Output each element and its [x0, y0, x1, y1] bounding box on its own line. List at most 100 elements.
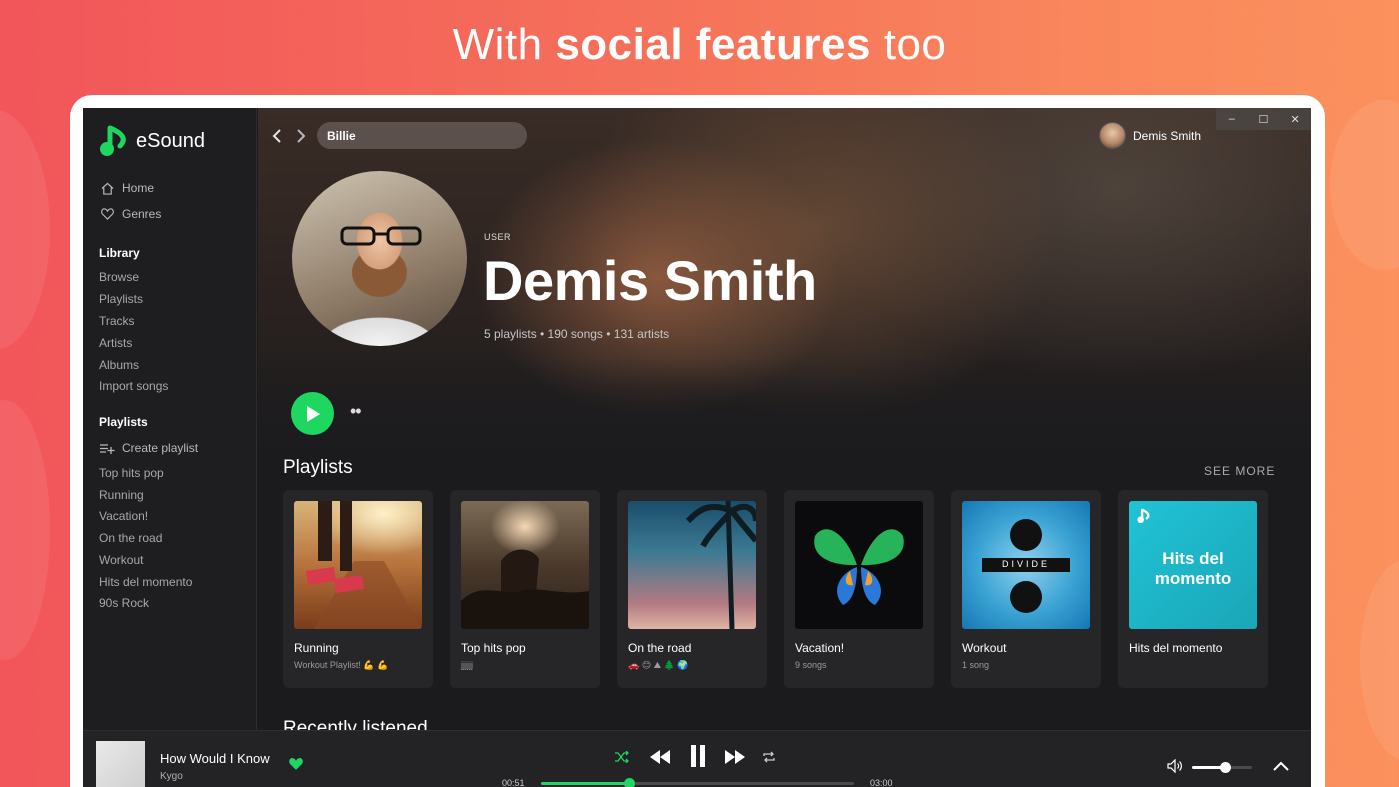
play-button[interactable]	[291, 392, 334, 435]
sidebar-playlist-item[interactable]: On the road	[99, 531, 162, 545]
sidebar-playlist-item[interactable]: Top hits pop	[99, 466, 164, 480]
like-heart-icon[interactable]	[288, 757, 304, 776]
search-input[interactable]	[317, 122, 527, 149]
sidebar-playlist-item[interactable]: Hits del momento	[99, 575, 192, 589]
app-name: eSound	[136, 129, 205, 152]
player-bar: How Would I Know Kygo 00:51 03:00	[83, 730, 1311, 787]
profile-stats: 5 playlists • 190 songs • 131 artists	[484, 327, 670, 341]
sidebar-item-artists[interactable]: Artists	[99, 336, 132, 350]
user-name: Demis Smith	[1133, 128, 1202, 143]
progress-handle[interactable]	[623, 778, 635, 787]
card-title: Top hits pop	[461, 641, 526, 655]
profile-name: Demis Smith	[483, 249, 817, 312]
glasses-graphic	[340, 226, 422, 246]
playlist-card-workout[interactable]: DIVIDE Workout 1 song	[951, 490, 1101, 688]
app-window: eSound Home Genres Library Browse Playli…	[83, 108, 1311, 787]
playlist-card-top-hits-pop[interactable]: Top hits pop jjjjjj	[450, 490, 600, 688]
sidebar-item-playlists[interactable]: Playlists	[99, 292, 143, 306]
playlist-cover	[461, 501, 589, 629]
section-title-recent: Recently listened	[283, 718, 428, 730]
playlist-cover	[795, 501, 923, 629]
sidebar-playlist-item[interactable]: Vacation!	[99, 509, 148, 523]
forward-arrow-icon[interactable]	[296, 126, 310, 146]
background-blob	[1360, 560, 1399, 760]
card-title: Vacation!	[795, 641, 845, 655]
promo-bold: social features	[555, 20, 871, 69]
volume-handle[interactable]	[1220, 762, 1231, 773]
chevron-up-icon[interactable]	[1271, 758, 1291, 774]
app-logo[interactable]: eSound	[98, 124, 205, 158]
sidebar-item-import-songs[interactable]: Import songs	[99, 379, 168, 393]
playlist-cover: Hits del momento	[1129, 501, 1257, 629]
sidebar-item-tracks[interactable]: Tracks	[99, 314, 135, 328]
library-heading: Library	[99, 246, 140, 260]
minimize-button[interactable]: –	[1221, 113, 1243, 125]
window-controls: – ☐ ✕	[1216, 108, 1311, 130]
promo-suffix: too	[883, 20, 947, 69]
volume-icon[interactable]	[1166, 758, 1184, 774]
duration-time: 03:00	[870, 778, 893, 787]
background-blob	[0, 400, 50, 660]
see-more-link[interactable]: SEE MORE	[1204, 464, 1275, 478]
card-title: Hits del momento	[1129, 641, 1223, 655]
back-arrow-icon[interactable]	[272, 126, 286, 146]
sidebar: eSound Home Genres Library Browse Playli…	[83, 108, 257, 730]
card-subtitle: 1 song	[962, 660, 990, 670]
sidebar-playlist-item[interactable]: Running	[99, 488, 144, 502]
maximize-button[interactable]: ☐	[1252, 113, 1274, 126]
progress-bar[interactable]	[541, 778, 854, 787]
now-playing-title[interactable]: How Would I Know	[160, 751, 270, 766]
playlist-card-vacation[interactable]: Vacation! 9 songs	[784, 490, 934, 688]
card-title: On the road	[628, 641, 692, 655]
hero-fade	[258, 358, 1311, 468]
main-content: Demis Smith – ☐ ✕ USER Demis Smith 5 pla…	[258, 108, 1311, 730]
playlist-card-running[interactable]: Running Workout Playlist! 💪 💪	[283, 490, 433, 688]
now-playing-cover[interactable]	[96, 741, 145, 787]
now-playing-artist[interactable]: Kygo	[160, 771, 183, 782]
close-button[interactable]: ✕	[1284, 113, 1306, 126]
album-art-text: DIVIDE	[1001, 559, 1050, 569]
card-subtitle: 9 songs	[795, 660, 827, 670]
sidebar-item-home[interactable]: Home	[99, 181, 154, 195]
esound-logo-icon	[1137, 508, 1150, 524]
next-icon[interactable]	[724, 747, 746, 767]
play-icon	[306, 405, 320, 422]
sidebar-playlist-item[interactable]: Workout	[99, 553, 143, 567]
heart-outline-icon	[99, 208, 115, 220]
elapsed-time: 00:51	[502, 778, 525, 787]
playlist-cover	[294, 501, 422, 629]
volume-slider[interactable]	[1192, 762, 1252, 773]
create-playlist-label: Create playlist	[122, 441, 199, 455]
playlist-cover	[628, 501, 756, 629]
esound-logo-icon	[100, 125, 126, 156]
pause-icon[interactable]	[688, 744, 708, 768]
sidebar-item-label: Genres	[122, 207, 162, 221]
card-subtitle: jjjjjj	[461, 660, 473, 670]
sidebar-item-genres[interactable]: Genres	[99, 207, 161, 221]
add-list-icon	[99, 443, 115, 454]
playlists-heading: Playlists	[99, 415, 148, 429]
sidebar-item-browse[interactable]: Browse	[99, 270, 139, 284]
user-menu[interactable]: Demis Smith	[1099, 122, 1201, 149]
history-nav	[272, 126, 310, 146]
home-icon	[99, 182, 115, 195]
more-options-button[interactable]: ••	[350, 401, 362, 422]
playlist-card-hits-del-momento[interactable]: Hits del momento Hits del momento	[1118, 490, 1268, 688]
card-title: Workout	[962, 641, 1007, 655]
card-subtitle: Workout Playlist! 💪 💪	[294, 660, 389, 670]
previous-icon[interactable]	[649, 747, 671, 767]
sidebar-item-albums[interactable]: Albums	[99, 358, 139, 372]
shuffle-icon[interactable]	[614, 749, 630, 765]
sidebar-playlist-item[interactable]: 90s Rock	[99, 596, 149, 610]
playlist-card-on-the-road[interactable]: On the road 🚗 😊 ⛰ 🌲 🌍	[617, 490, 767, 688]
avatar	[1099, 122, 1126, 149]
profile-type-label: USER	[484, 232, 512, 242]
promo-headline: With social features too	[0, 20, 1399, 70]
promo-prefix: With	[452, 20, 543, 69]
sidebar-item-label: Home	[122, 181, 155, 195]
profile-avatar	[292, 171, 467, 346]
repeat-icon[interactable]	[761, 749, 777, 765]
background-blob	[1330, 100, 1399, 270]
create-playlist-button[interactable]: Create playlist	[99, 441, 198, 455]
card-subtitle: 🚗 😊 ⛰ 🌲 🌍	[628, 660, 689, 670]
